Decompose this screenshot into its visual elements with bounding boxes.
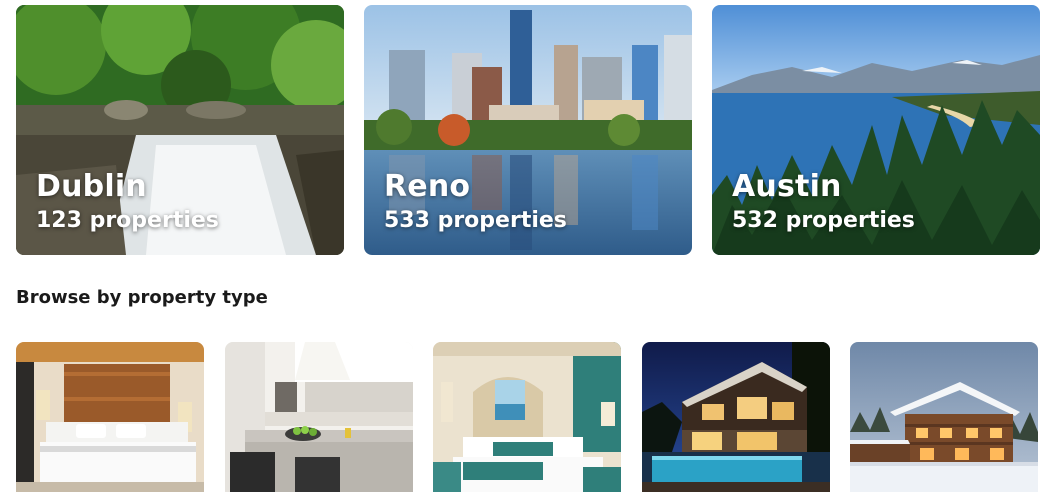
city-text-dublin: Dublin 123 properties	[36, 169, 219, 235]
hotel-room-image	[16, 342, 204, 492]
city-name: Reno	[384, 169, 471, 204]
apartment-kitchen-image	[224, 342, 413, 492]
property-type-card-hotel[interactable]	[16, 342, 204, 492]
villa-pool-image	[641, 342, 830, 492]
city-property-count: 532 properties	[732, 208, 915, 233]
city-name: Dublin	[36, 169, 147, 204]
city-name: Austin	[732, 169, 842, 204]
city-text-reno: Reno 533 properties	[384, 169, 567, 235]
city-property-count: 533 properties	[384, 208, 567, 233]
browse-by-property-type-heading: Browse by property type	[16, 287, 268, 308]
city-property-count: 123 properties	[36, 208, 219, 233]
city-card-dublin[interactable]: Dublin 123 properties	[16, 5, 344, 255]
city-text-austin: Austin 532 properties	[732, 169, 915, 235]
property-type-card-apartment[interactable]	[224, 342, 413, 492]
resort-suite-image	[433, 342, 621, 492]
page: Dublin 123 properties Reno 533 propertie…	[0, 0, 1056, 495]
city-cards-row: Dublin 123 properties Reno 533 propertie…	[16, 5, 1040, 255]
chalet-snow-image	[850, 342, 1038, 492]
property-type-card-villa[interactable]	[641, 342, 830, 492]
city-card-reno[interactable]: Reno 533 properties	[364, 5, 692, 255]
property-type-card-chalet[interactable]	[850, 342, 1038, 492]
city-card-austin[interactable]: Austin 532 properties	[712, 5, 1040, 255]
property-type-row	[16, 342, 1038, 492]
property-type-card-resort[interactable]	[433, 342, 621, 492]
